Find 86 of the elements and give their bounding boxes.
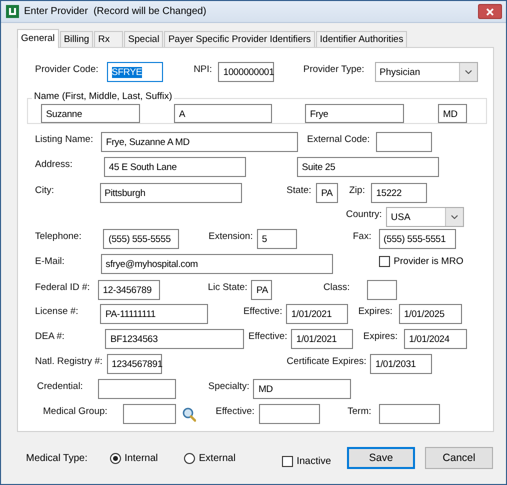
field-label: License #: [35, 305, 78, 317]
text-field[interactable]: PA [316, 183, 338, 203]
field-label: Listing Name: [35, 133, 94, 145]
field-label: DEA #: [35, 330, 65, 342]
cancel-button[interactable]: Cancel [425, 447, 493, 469]
text-field[interactable]: Frye [305, 104, 404, 123]
field-label: Lic State: [208, 281, 248, 293]
field-label: Zip: [349, 184, 365, 196]
field-label: Provider Code: [35, 63, 98, 75]
text-field[interactable]: Pittsburgh [100, 183, 242, 203]
close-icon [486, 8, 494, 16]
text-field[interactable]: 1/01/2024 [404, 329, 467, 349]
field-label: Certificate Expires: [286, 355, 366, 367]
radio-button[interactable]: Internal [110, 452, 158, 464]
field-label: Specialty: [208, 380, 250, 392]
text-field[interactable]: SFRYE [106, 62, 163, 82]
dropdown[interactable]: USA [386, 207, 464, 227]
tab[interactable]: Rx [94, 31, 124, 47]
field-label: Address: [35, 158, 72, 170]
text-field[interactable]: 1/01/2021 [291, 329, 354, 349]
tab[interactable]: Special [124, 31, 164, 47]
field-label: Provider Type: [303, 63, 364, 75]
text-field[interactable]: Suzanne [41, 104, 140, 123]
text-field[interactable]: 1/01/2021 [286, 304, 348, 324]
dropdown[interactable]: Physician [374, 62, 478, 82]
tab[interactable]: General [17, 29, 59, 48]
close-button[interactable] [478, 4, 502, 19]
field-label: Class: [323, 281, 350, 293]
text-field[interactable]: Suite 25 [296, 157, 439, 177]
field-label: Effective: [243, 305, 282, 317]
text-field[interactable]: 12-3456789 [98, 280, 160, 300]
field-label: NPI: [194, 63, 212, 75]
field-label: External Code: [306, 133, 370, 145]
text-field[interactable]: 1000000001 [218, 62, 274, 82]
field-label: Extension: [208, 230, 253, 242]
text-field[interactable]: 1/01/2025 [398, 304, 462, 324]
text-field[interactable]: A [174, 104, 272, 123]
text-field[interactable]: Frye, Suzanne A MD [100, 132, 298, 152]
tab[interactable]: Billing [60, 31, 94, 47]
field-label: State: [286, 184, 312, 196]
field-label: Effective: [216, 405, 255, 417]
tab[interactable]: Identifier Authorities [316, 31, 408, 47]
checkbox[interactable]: Provider is MRO [378, 254, 464, 267]
chevron-icon [464, 70, 472, 74]
save-button[interactable]: Save [347, 447, 415, 469]
group-legend: Name (First, Middle, Last, Suffix) [32, 91, 174, 102]
text-field[interactable] [98, 379, 176, 399]
field-label: City: [35, 184, 54, 196]
text-field[interactable]: BF1234563 [105, 329, 244, 349]
text-field[interactable] [258, 404, 320, 424]
text-field[interactable]: PA [251, 280, 272, 300]
text-field[interactable] [376, 132, 432, 152]
text-field[interactable]: (555) 555-5551 [378, 229, 456, 249]
field-label: Country: [346, 208, 382, 220]
text-field[interactable]: (555) 555-5555 [103, 229, 180, 249]
text-field[interactable]: sfrye@myhospital.com [100, 254, 333, 274]
text-field[interactable]: MD [253, 379, 352, 399]
field-label: Expires: [358, 305, 393, 317]
field-label: Federal ID #: [35, 281, 90, 293]
text-field[interactable]: 1234567891 [106, 354, 162, 374]
field-label: Fax: [352, 230, 372, 242]
field-label: Effective: [248, 330, 288, 342]
text-field[interactable] [366, 280, 397, 300]
text-field[interactable]: 5 [256, 229, 297, 249]
field-label: Natl. Registry #: [35, 355, 103, 367]
medical-type-label: Medical Type: [26, 452, 88, 464]
text-field[interactable]: 15222 [371, 183, 428, 203]
chevron-icon [450, 215, 458, 219]
window-title: Enter Provider (Record will be Changed) [24, 6, 206, 17]
field-label: Expires: [363, 330, 398, 342]
text-field[interactable] [378, 404, 440, 424]
field-label: E-Mail: [35, 255, 65, 267]
field-label: Credential: [37, 380, 83, 392]
radio-button[interactable]: External [184, 452, 236, 464]
field-label: Term: [348, 405, 372, 417]
text-field[interactable]: PA-11111111 [100, 304, 208, 324]
text-field[interactable] [122, 404, 176, 424]
text-field[interactable]: MD [438, 104, 467, 123]
text-field[interactable]: 45 E South Lane [104, 157, 246, 177]
checkbox[interactable]: Inactive [282, 456, 332, 466]
text-field[interactable]: 1/01/2031 [370, 354, 432, 374]
app-icon [6, 5, 19, 18]
tab[interactable]: Payer Specific Provider Identifiers [164, 31, 315, 47]
field-label: Medical Group: [43, 405, 108, 417]
search-icon[interactable] [182, 407, 196, 422]
field-label: Telephone: [35, 230, 82, 242]
